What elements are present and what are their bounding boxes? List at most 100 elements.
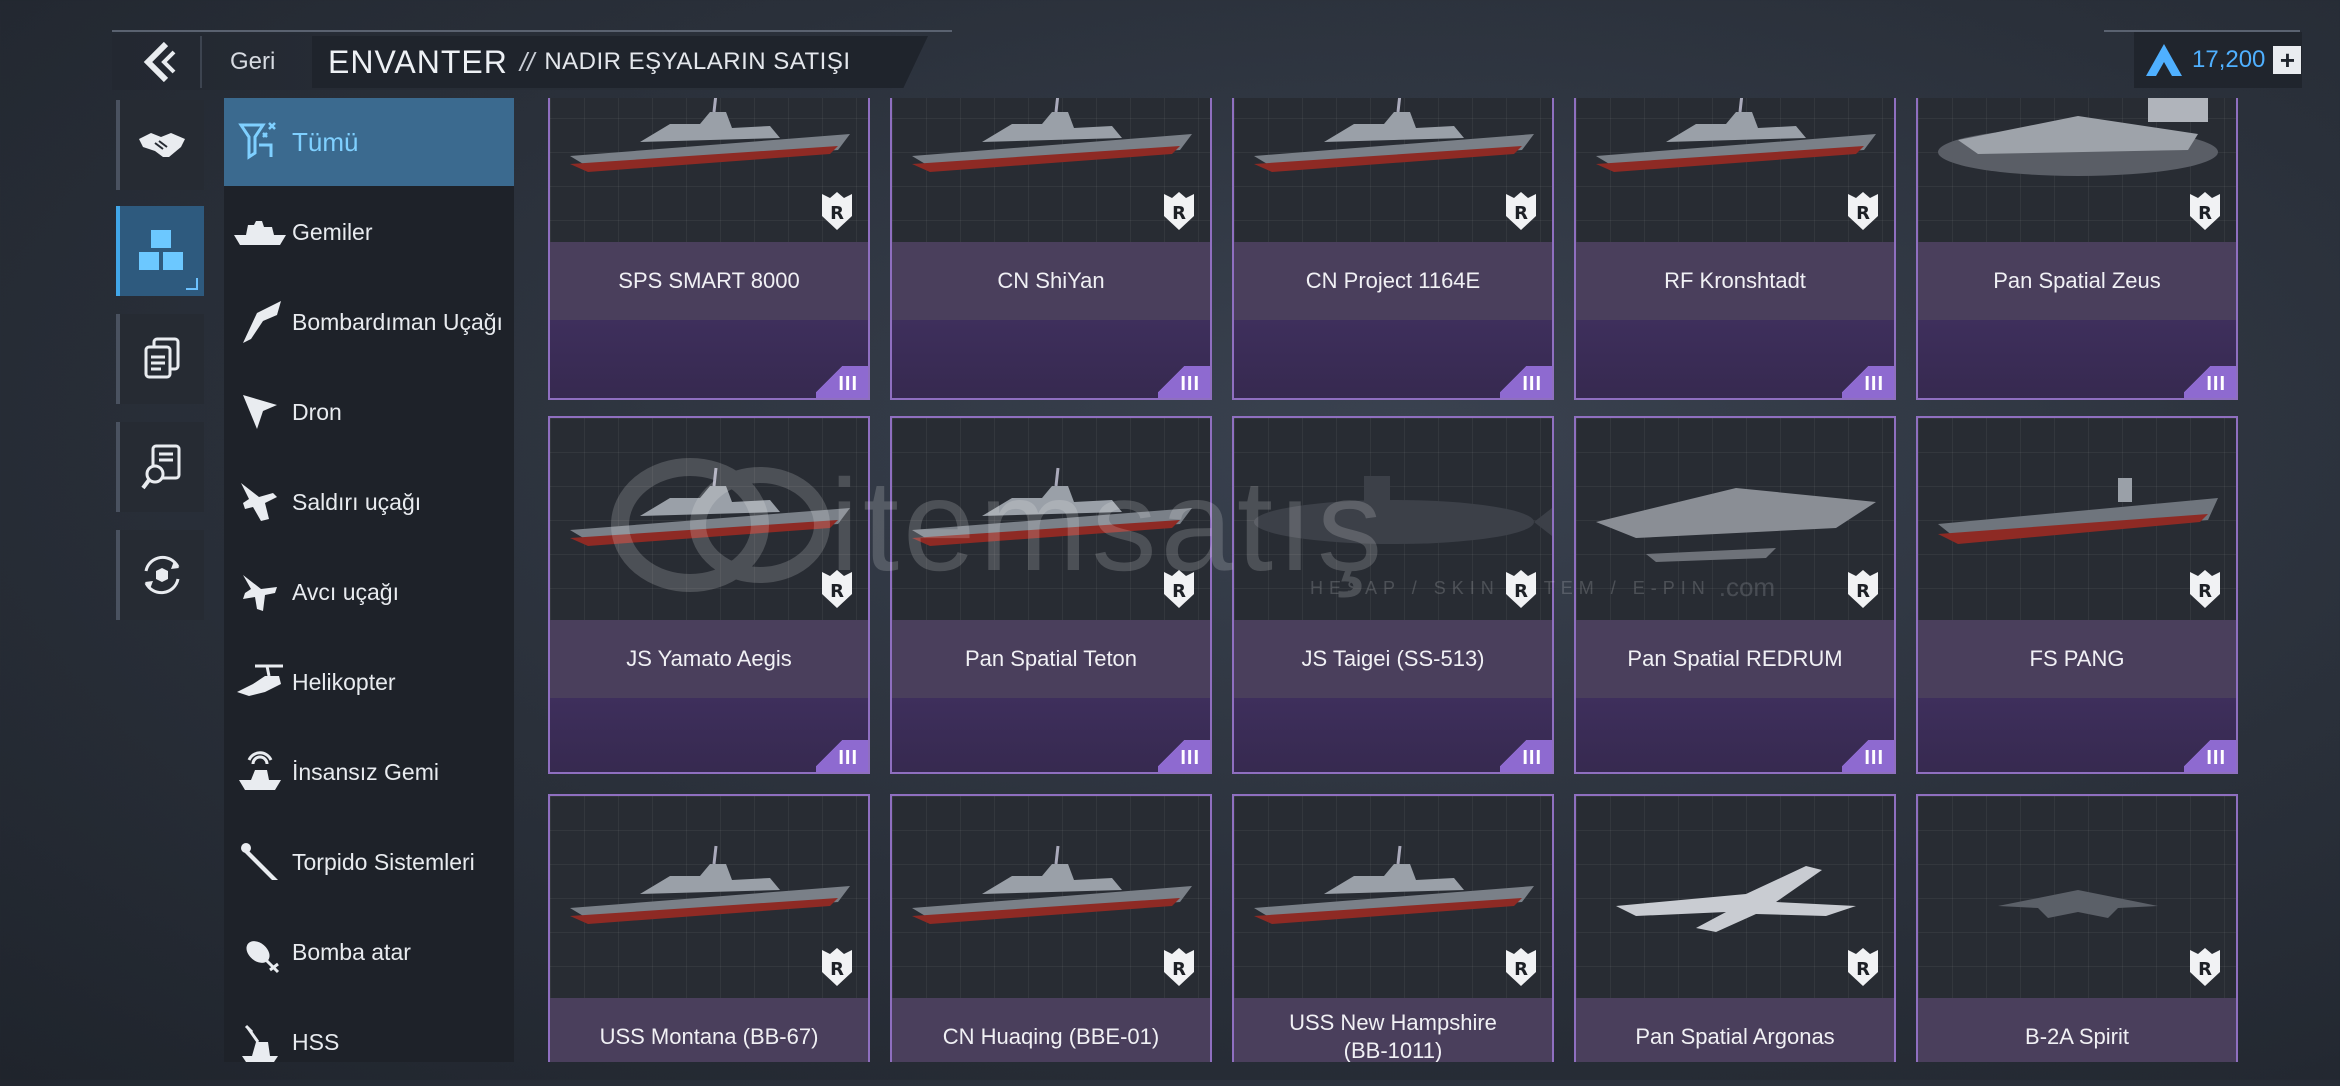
svg-text:R: R: [2198, 581, 2212, 602]
item-footer: III: [1918, 320, 2236, 398]
tier-badge: III: [1500, 740, 1552, 772]
item-name: USS Montana (BB-67): [550, 998, 868, 1062]
rarity-badge-icon: R: [820, 946, 854, 988]
rarity-badge-icon: R: [1504, 946, 1538, 988]
page-title-bar: ENVANTER // NADIR EŞYALARIN SATIŞI: [312, 36, 928, 88]
category-ships[interactable]: Gemiler: [224, 188, 514, 276]
item-card[interactable]: R Pan Spatial Zeus III: [1916, 98, 2238, 400]
item-card[interactable]: R SPS SMART 8000 III: [548, 98, 870, 400]
item-name: JS Taigei (SS-513): [1234, 620, 1552, 698]
item-footer: III: [1576, 320, 1894, 398]
rarity-badge-icon: R: [1162, 946, 1196, 988]
category-label: Dron: [292, 399, 342, 425]
handshake-icon: [139, 133, 185, 157]
item-card[interactable]: R FS PANG III: [1916, 416, 2238, 774]
svg-text:R: R: [2198, 959, 2212, 980]
item-card[interactable]: R JS Taigei (SS-513) III: [1232, 416, 1554, 774]
rarity-badge-icon: R: [1504, 568, 1538, 610]
helicopter-icon: [232, 654, 288, 710]
svg-text:R: R: [1514, 581, 1528, 602]
svg-text:R: R: [1172, 581, 1186, 602]
category-hss[interactable]: HSS: [224, 998, 514, 1086]
category-label: Bomba atar: [292, 939, 411, 965]
svg-text:R: R: [2198, 203, 2212, 224]
drone-icon: [232, 384, 288, 440]
category-label: Bombardıman Uçağı: [292, 309, 503, 335]
currency-value: 17,200: [2192, 46, 2266, 73]
rarity-badge-icon: R: [1162, 190, 1196, 232]
category-label: Torpido Sistemleri: [292, 849, 475, 875]
rarity-badge-icon: R: [820, 568, 854, 610]
currency-display: 17,200 +: [2134, 32, 2302, 88]
category-unmanned-ship[interactable]: İnsansız Gemi: [224, 728, 514, 816]
category-helicopter[interactable]: Helikopter: [224, 638, 514, 726]
search-document-icon: [141, 444, 181, 490]
svg-text:R: R: [1514, 959, 1528, 980]
rarity-badge-icon: R: [1846, 190, 1880, 232]
category-attack-aircraft[interactable]: Saldırı uçağı: [224, 458, 514, 546]
item-card[interactable]: R Pan Spatial REDRUM III: [1574, 416, 1896, 774]
back-label[interactable]: Geri: [230, 48, 275, 76]
item-footer: III: [892, 320, 1210, 398]
inventory-tab[interactable]: [116, 206, 204, 296]
item-card[interactable]: R B-2A Spirit: [1916, 794, 2238, 1062]
tier-badge: III: [816, 740, 868, 772]
add-currency-button[interactable]: +: [2273, 46, 2302, 74]
item-card[interactable]: R CN Project 1164E III: [1232, 98, 1554, 400]
svg-text:R: R: [830, 959, 844, 980]
category-torpedo-systems[interactable]: Torpido Sistemleri: [224, 818, 514, 906]
item-card[interactable]: R USS New Hampshire (BB-1011): [1232, 794, 1554, 1062]
svg-text:R: R: [830, 203, 844, 224]
item-name: FS PANG: [1918, 620, 2236, 698]
item-card[interactable]: R USS Montana (BB-67): [548, 794, 870, 1062]
item-card[interactable]: R Pan Spatial Argonas: [1574, 794, 1896, 1062]
page-title: ENVANTER: [328, 43, 508, 80]
ship-icon: [232, 204, 288, 260]
top-divider: [112, 30, 952, 32]
rarity-badge-icon: R: [2188, 946, 2222, 988]
back-button[interactable]: [118, 36, 202, 88]
category-bomb-launcher[interactable]: Bomba atar: [224, 908, 514, 996]
item-name: JS Yamato Aegis: [550, 620, 868, 698]
category-label: Saldırı uçağı: [292, 489, 422, 515]
category-label: Tümü: [292, 127, 359, 157]
item-name: USS New Hampshire (BB-1011): [1234, 998, 1552, 1062]
item-card[interactable]: R CN ShiYan III: [890, 98, 1212, 400]
chevron-left-icon: [143, 42, 176, 82]
hss-icon: [232, 1014, 288, 1070]
tier-badge: III: [2184, 366, 2236, 398]
item-card[interactable]: R RF Kronshtadt III: [1574, 98, 1896, 400]
category-label: Gemiler: [292, 219, 373, 245]
svg-text:R: R: [1856, 581, 1870, 602]
category-all[interactable]: Tümü: [224, 98, 514, 186]
item-card[interactable]: R Pan Spatial Teton III: [890, 416, 1212, 774]
bomb-launcher-icon: [232, 924, 288, 980]
item-name: Pan Spatial Argonas: [1576, 998, 1894, 1062]
cubes-icon: [139, 230, 183, 270]
item-name: SPS SMART 8000: [550, 242, 868, 320]
rarity-badge-icon: R: [820, 190, 854, 232]
category-drones[interactable]: Dron: [224, 368, 514, 456]
title-separator: //: [519, 46, 535, 77]
category-label: İnsansız Gemi: [292, 759, 439, 785]
search-tab[interactable]: [116, 422, 204, 512]
rarity-badge-icon: R: [2188, 190, 2222, 232]
tier-badge: III: [1158, 366, 1210, 398]
rarity-badge-icon: R: [1162, 568, 1196, 610]
item-card[interactable]: R CN Huaqing (BBE-01): [890, 794, 1212, 1062]
exchange-tab[interactable]: [116, 530, 204, 620]
records-tab[interactable]: [116, 314, 204, 404]
category-bombers[interactable]: Bombardıman Uçağı: [224, 278, 514, 366]
item-footer: III: [1234, 320, 1552, 398]
item-card[interactable]: R JS Yamato Aegis III: [548, 416, 870, 774]
category-fighter-aircraft[interactable]: Avcı uçağı: [224, 548, 514, 636]
tier-badge: III: [1158, 740, 1210, 772]
rank-arrow-icon: [2146, 44, 2182, 76]
trade-tab[interactable]: [116, 100, 204, 190]
fighter-jet-icon: [232, 564, 288, 620]
rarity-badge-icon: R: [1846, 946, 1880, 988]
svg-text:R: R: [1856, 203, 1870, 224]
bomber-icon: [232, 294, 288, 350]
category-label: Avcı uçağı: [292, 579, 399, 605]
rarity-badge-icon: R: [2188, 568, 2222, 610]
